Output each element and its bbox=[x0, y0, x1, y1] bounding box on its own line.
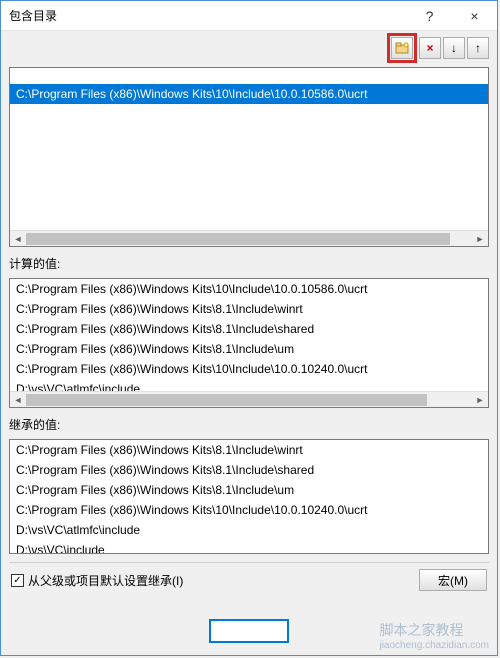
scroll-thumb[interactable] bbox=[26, 394, 427, 406]
new-line-button[interactable] bbox=[391, 37, 413, 59]
ok-button[interactable] bbox=[209, 619, 289, 643]
dialog-content: × ↓ ↑ C:\Program Files (x86)\Windows Kit… bbox=[1, 31, 497, 655]
list-item: C:\Program Files (x86)\Windows Kits\8.1\… bbox=[10, 319, 488, 339]
highlight-annotation bbox=[387, 33, 417, 63]
arrow-down-icon: ↓ bbox=[451, 41, 457, 55]
arrow-up-icon: ↑ bbox=[475, 41, 481, 55]
computed-values-label: 计算的值: bbox=[9, 253, 489, 272]
list-item: C:\Program Files (x86)\Windows Kits\10\I… bbox=[10, 500, 488, 520]
list-item[interactable] bbox=[10, 68, 488, 84]
toolbar: × ↓ ↑ bbox=[9, 35, 489, 61]
inherited-values-label: 继承的值: bbox=[9, 414, 489, 433]
checkmark-icon: ✓ bbox=[13, 575, 21, 586]
inherit-checkbox[interactable]: ✓ bbox=[11, 574, 24, 587]
list-item: C:\Program Files (x86)\Windows Kits\8.1\… bbox=[10, 339, 488, 359]
inherit-checkbox-row[interactable]: ✓ 从父级或项目默认设置继承(I) bbox=[11, 572, 183, 589]
scroll-left-icon[interactable]: ◄ bbox=[10, 392, 26, 408]
new-folder-icon bbox=[395, 42, 409, 54]
move-down-button[interactable]: ↓ bbox=[443, 37, 465, 59]
list-item: C:\Program Files (x86)\Windows Kits\10\I… bbox=[10, 359, 488, 379]
computed-values-listbox[interactable]: C:\Program Files (x86)\Windows Kits\10\I… bbox=[9, 278, 489, 408]
directories-listbox[interactable]: C:\Program Files (x86)\Windows Kits\10\I… bbox=[9, 67, 489, 247]
list-item: C:\Program Files (x86)\Windows Kits\8.1\… bbox=[10, 299, 488, 319]
inherited-values-listbox[interactable]: C:\Program Files (x86)\Windows Kits\8.1\… bbox=[9, 439, 489, 554]
list-item: C:\Program Files (x86)\Windows Kits\8.1\… bbox=[10, 480, 488, 500]
list-item: C:\Program Files (x86)\Windows Kits\10\I… bbox=[10, 279, 488, 299]
list-item[interactable]: C:\Program Files (x86)\Windows Kits\10\I… bbox=[10, 84, 488, 104]
watermark-line2: jiaocheng.chazidian.com bbox=[379, 640, 489, 651]
help-button[interactable]: ? bbox=[407, 1, 452, 31]
list-item: D:\vs\VC\atlmfc\include bbox=[10, 520, 488, 540]
list-item: D:\vs\VC\include bbox=[10, 540, 488, 554]
list-item: C:\Program Files (x86)\Windows Kits\8.1\… bbox=[10, 460, 488, 480]
list-item: C:\Program Files (x86)\Windows Kits\8.1\… bbox=[10, 440, 488, 460]
scroll-right-icon[interactable]: ► bbox=[472, 231, 488, 247]
scroll-track[interactable] bbox=[26, 392, 472, 408]
scroll-right-icon[interactable]: ► bbox=[472, 392, 488, 408]
move-up-button[interactable]: ↑ bbox=[467, 37, 489, 59]
dialog-buttons bbox=[209, 619, 289, 643]
bottom-row: ✓ 从父级或项目默认设置继承(I) 宏(M) bbox=[9, 562, 489, 593]
scroll-thumb[interactable] bbox=[26, 233, 450, 245]
close-button[interactable]: × bbox=[452, 1, 497, 31]
inherit-checkbox-label: 从父级或项目默认设置继承(I) bbox=[28, 572, 183, 589]
horizontal-scrollbar[interactable]: ◄ ► bbox=[10, 391, 488, 407]
titlebar: 包含目录 ? × bbox=[1, 1, 497, 31]
include-directories-dialog: 包含目录 ? × × ↓ ↑ bbox=[0, 0, 498, 656]
horizontal-scrollbar[interactable]: ◄ ► bbox=[10, 230, 488, 246]
watermark-line1: 脚本之家教程 bbox=[379, 622, 463, 638]
dialog-title: 包含目录 bbox=[9, 7, 407, 24]
delete-icon: × bbox=[426, 41, 433, 55]
scroll-left-icon[interactable]: ◄ bbox=[10, 231, 26, 247]
watermark: 脚本之家教程 jiaocheng.chazidian.com bbox=[379, 620, 489, 651]
scroll-track[interactable] bbox=[26, 231, 472, 247]
delete-line-button[interactable]: × bbox=[419, 37, 441, 59]
macros-button[interactable]: 宏(M) bbox=[419, 569, 487, 591]
